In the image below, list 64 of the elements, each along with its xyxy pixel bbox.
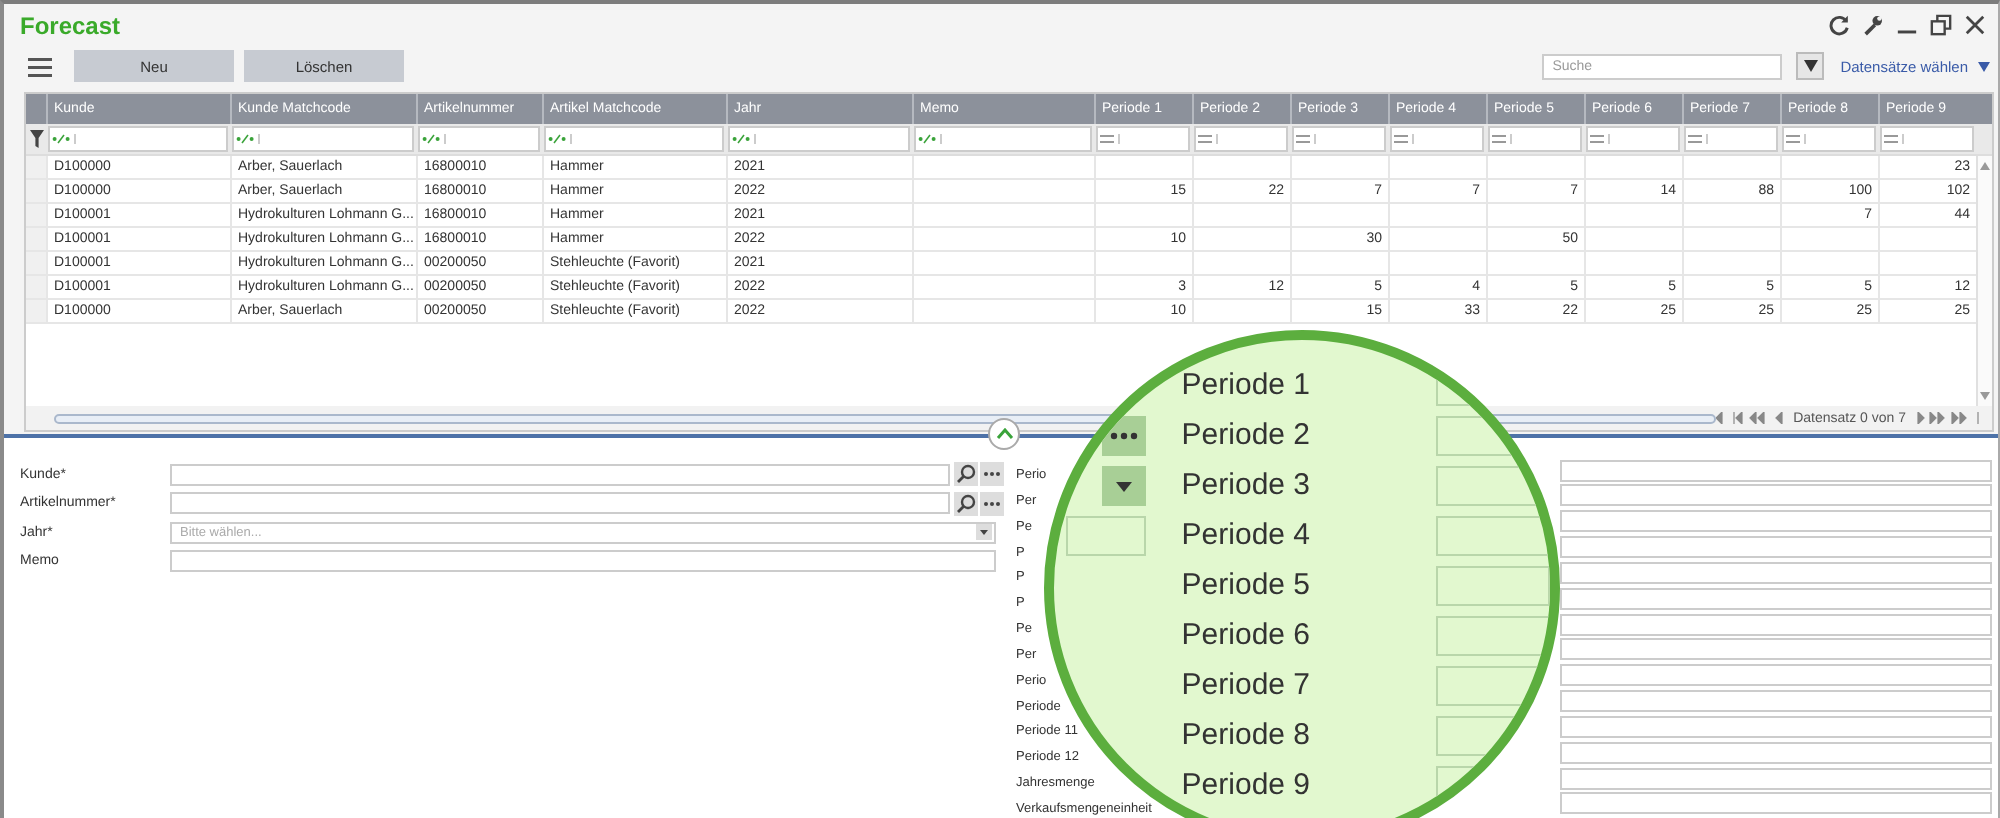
filter-field[interactable]: [544, 126, 724, 152]
filter-field[interactable]: [1586, 126, 1680, 152]
more-button[interactable]: [1101, 416, 1146, 456]
more-icon[interactable]: [980, 491, 1004, 515]
equals-icon[interactable]: [1688, 134, 1708, 144]
equals-icon[interactable]: [1884, 134, 1904, 144]
scroll-up-icon[interactable]: [1980, 162, 1990, 170]
pager-nav-icon[interactable]: [1912, 412, 1984, 424]
filter-field[interactable]: [232, 126, 414, 152]
scroll-down-icon[interactable]: [1980, 392, 1990, 400]
filter-button[interactable]: [1796, 52, 1825, 80]
equals-icon[interactable]: [1394, 134, 1414, 144]
caret-icon[interactable]: [1978, 61, 1990, 71]
search-icon[interactable]: [954, 491, 978, 515]
filter-field[interactable]: [1782, 126, 1876, 152]
more-icon[interactable]: [980, 462, 1004, 486]
contains-icon[interactable]: [422, 134, 446, 144]
vertical-scrollbar[interactable]: [1976, 156, 1992, 406]
filter-icon[interactable]: [29, 130, 43, 148]
field-label: Periode 9: [1181, 768, 1311, 802]
equals-icon[interactable]: [1590, 134, 1610, 144]
more-icon: [1109, 432, 1138, 440]
field-label: Periode 6: [1181, 618, 1311, 652]
menu-icon[interactable]: [28, 55, 52, 77]
chevron-up-icon: [995, 428, 1013, 440]
field-label: Periode 3: [1181, 468, 1311, 502]
search-icon[interactable]: [954, 462, 978, 486]
filter-field[interactable]: [728, 126, 910, 152]
close-icon[interactable]: [1964, 14, 1986, 36]
contains-icon[interactable]: [236, 134, 260, 144]
dropdown-button[interactable]: [1101, 466, 1146, 506]
field-label: Periode 7: [1181, 668, 1311, 702]
equals-icon[interactable]: [1492, 134, 1512, 144]
wrench-icon[interactable]: [1862, 14, 1884, 36]
window-title: Forecast: [20, 11, 121, 39]
contains-icon[interactable]: [52, 134, 76, 144]
filter-field[interactable]: [1390, 126, 1484, 152]
contains-icon[interactable]: [918, 134, 942, 144]
contains-icon[interactable]: [732, 134, 756, 144]
filter-field[interactable]: [1194, 126, 1288, 152]
filter-field[interactable]: [1292, 126, 1386, 152]
equals-icon[interactable]: [1296, 134, 1316, 144]
refresh-icon[interactable]: [1828, 14, 1850, 36]
contains-icon[interactable]: [548, 134, 572, 144]
equals-icon[interactable]: [1100, 134, 1120, 144]
dropdown-arrow-icon: [976, 524, 992, 540]
caret-icon: [1115, 481, 1132, 491]
equals-icon[interactable]: [1786, 134, 1806, 144]
field-label: Periode 4: [1181, 518, 1311, 552]
field-label: Periode 5: [1181, 568, 1311, 602]
caret-icon: [1803, 60, 1818, 72]
field-label: Periode 1: [1181, 368, 1311, 402]
filter-field[interactable]: [914, 126, 1092, 152]
filter-field[interactable]: [1880, 126, 1974, 152]
filter-field[interactable]: [48, 126, 228, 152]
filter-field[interactable]: [1488, 126, 1582, 152]
equals-icon[interactable]: [1198, 134, 1218, 144]
restore-icon[interactable]: [1930, 14, 1952, 36]
filter-field[interactable]: [1096, 126, 1190, 152]
field-label: Periode 2: [1181, 418, 1311, 452]
filter-field[interactable]: [418, 126, 540, 152]
field-label: Periode 8: [1181, 718, 1311, 752]
pager-nav-icon[interactable]: [1715, 412, 1788, 424]
filter-field[interactable]: [1684, 126, 1778, 152]
